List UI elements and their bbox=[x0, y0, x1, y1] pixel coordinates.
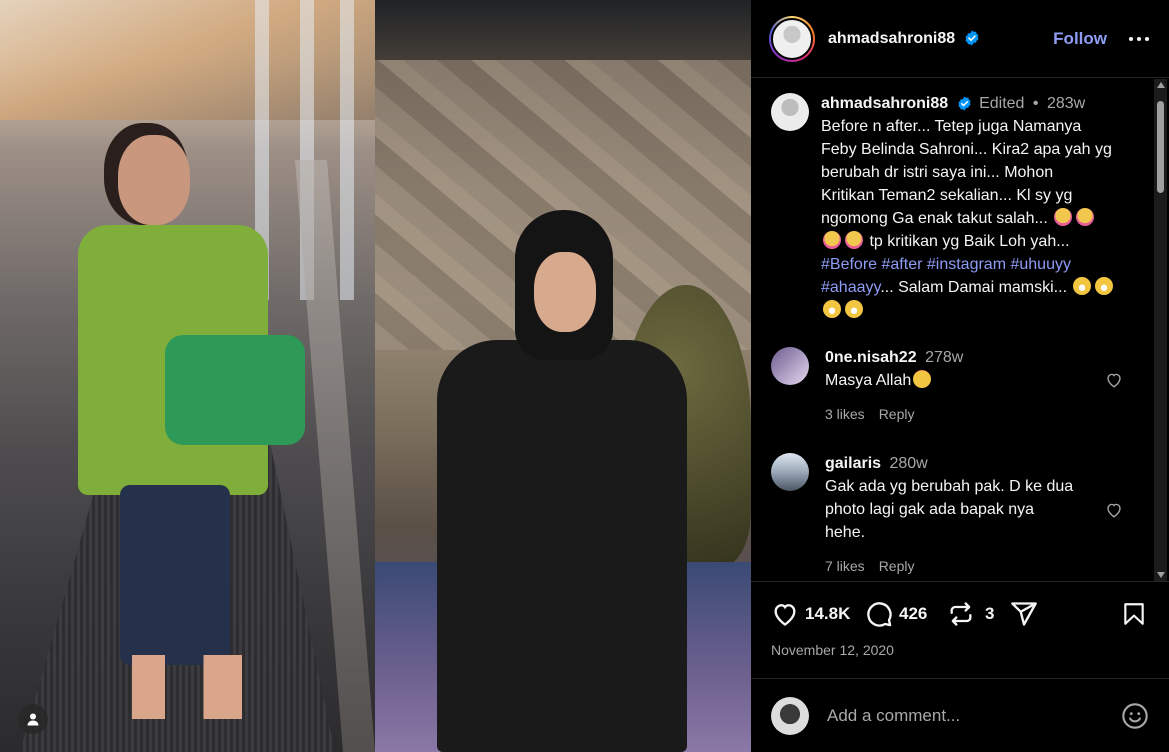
window-pillar bbox=[340, 0, 354, 300]
post-caption: ahmadsahroni88 Edited • 283w Before n af… bbox=[771, 93, 1141, 322]
post-date[interactable]: November 12, 2020 bbox=[771, 642, 894, 658]
comment-text: Gak ada yg berubah pak. D ke dua photo l… bbox=[825, 478, 1074, 541]
loudly-crying-emoji bbox=[1076, 208, 1095, 226]
comment-likes[interactable]: 7 likes bbox=[825, 558, 865, 574]
commenter-avatar[interactable] bbox=[771, 347, 809, 385]
comment-age[interactable]: 278w bbox=[925, 349, 963, 366]
commenter-avatar[interactable] bbox=[771, 453, 809, 491]
heart-icon[interactable] bbox=[1105, 371, 1123, 389]
likes-count[interactable]: 14.8K bbox=[805, 604, 850, 624]
repost-button[interactable]: 3 bbox=[947, 600, 994, 628]
verified-badge-icon bbox=[965, 30, 979, 45]
grinning-emoji bbox=[1095, 277, 1114, 295]
hashtag-link[interactable]: #ahaayy bbox=[821, 279, 880, 296]
author-avatar[interactable] bbox=[769, 15, 815, 62]
hashtag-link[interactable]: #uhuuyy bbox=[1010, 256, 1071, 273]
loudly-crying-emoji bbox=[1054, 208, 1073, 226]
scrollbar-thumb[interactable] bbox=[1157, 101, 1164, 193]
green-handbag bbox=[165, 335, 305, 445]
heart-icon bbox=[774, 604, 796, 626]
woman-green-shirt bbox=[70, 125, 305, 725]
comments-scroll-area[interactable]: ahmadsahroni88 Edited • 283w Before n af… bbox=[751, 79, 1169, 581]
post-header: ahmadsahroni88 Follow bbox=[751, 0, 1169, 78]
grinning-emoji bbox=[823, 300, 841, 318]
reply-button[interactable]: Reply bbox=[879, 558, 915, 574]
emoji-icon[interactable] bbox=[1121, 702, 1149, 730]
comment-item: 0ne.nisah22 278w Masya Allah 3 likes Rep… bbox=[771, 347, 1141, 422]
comment-age[interactable]: 280w bbox=[889, 455, 927, 472]
grinning-emoji bbox=[1073, 277, 1092, 295]
more-options-icon[interactable] bbox=[1127, 27, 1151, 51]
repost-icon bbox=[950, 602, 972, 626]
caption-author-username[interactable]: ahmadsahroni88 bbox=[821, 95, 948, 112]
heart-icon[interactable] bbox=[1105, 501, 1123, 519]
hashtag-link[interactable]: #Before bbox=[821, 256, 877, 273]
follow-button[interactable]: Follow bbox=[1053, 29, 1107, 49]
hashtag-link[interactable]: #instagram bbox=[927, 256, 1006, 273]
hashtag-link[interactable]: #after bbox=[882, 256, 923, 273]
comment-bubble-icon bbox=[867, 602, 892, 627]
post-actions: 14.8K 426 3 November 12, 2020 bbox=[751, 581, 1169, 678]
current-user-avatar[interactable] bbox=[771, 696, 809, 735]
save-button[interactable] bbox=[1121, 600, 1147, 628]
reposts-count: 3 bbox=[985, 604, 995, 623]
send-icon bbox=[1011, 602, 1037, 626]
loudly-crying-emoji bbox=[823, 231, 841, 249]
photo-before bbox=[0, 0, 375, 752]
post-media[interactable] bbox=[0, 0, 751, 752]
vertical-scrollbar[interactable] bbox=[1154, 79, 1167, 581]
bookmark-icon bbox=[1124, 603, 1144, 625]
scroll-up-arrow[interactable] bbox=[1157, 82, 1165, 88]
meta-separator: • bbox=[1032, 95, 1039, 112]
edited-label: Edited bbox=[979, 95, 1025, 112]
comment-likes[interactable]: 3 likes bbox=[825, 406, 865, 422]
photo-after bbox=[375, 0, 751, 752]
caption-text: Before n after... Tetep juga Namanya Feb… bbox=[821, 115, 1141, 322]
comment-text: Masya Allah bbox=[825, 372, 912, 389]
author-username[interactable]: ahmadsahroni88 bbox=[828, 30, 955, 47]
commenter-username[interactable]: gailaris bbox=[825, 455, 881, 472]
reply-button[interactable]: Reply bbox=[879, 406, 915, 422]
comments-count: 426 bbox=[899, 604, 928, 623]
comment-button[interactable]: 426 bbox=[865, 600, 927, 628]
user-tag-icon[interactable] bbox=[18, 704, 48, 734]
heart-eyes-emoji bbox=[913, 370, 932, 388]
commenter-username[interactable]: 0ne.nisah22 bbox=[825, 349, 917, 366]
verified-badge-icon bbox=[958, 96, 971, 111]
like-button[interactable]: 14.8K bbox=[771, 600, 850, 628]
loudly-crying-emoji bbox=[845, 231, 863, 249]
caption-author-avatar[interactable] bbox=[771, 93, 809, 131]
share-button[interactable] bbox=[1010, 600, 1038, 628]
add-comment-bar bbox=[751, 678, 1169, 752]
grinning-emoji bbox=[845, 300, 863, 318]
scroll-down-arrow[interactable] bbox=[1157, 572, 1165, 578]
airport-ceiling bbox=[0, 0, 375, 120]
woman-black-hijab bbox=[427, 210, 697, 752]
author-username-link[interactable]: ahmadsahroni88 bbox=[828, 30, 980, 48]
comment-item: gailaris 280w Gak ada yg berubah pak. D … bbox=[771, 453, 1141, 574]
post-age[interactable]: 283w bbox=[1047, 95, 1085, 112]
comment-input[interactable] bbox=[827, 705, 1097, 726]
post-details-panel: ahmadsahroni88 Follow ahmadsahroni88 Edi… bbox=[751, 0, 1169, 752]
